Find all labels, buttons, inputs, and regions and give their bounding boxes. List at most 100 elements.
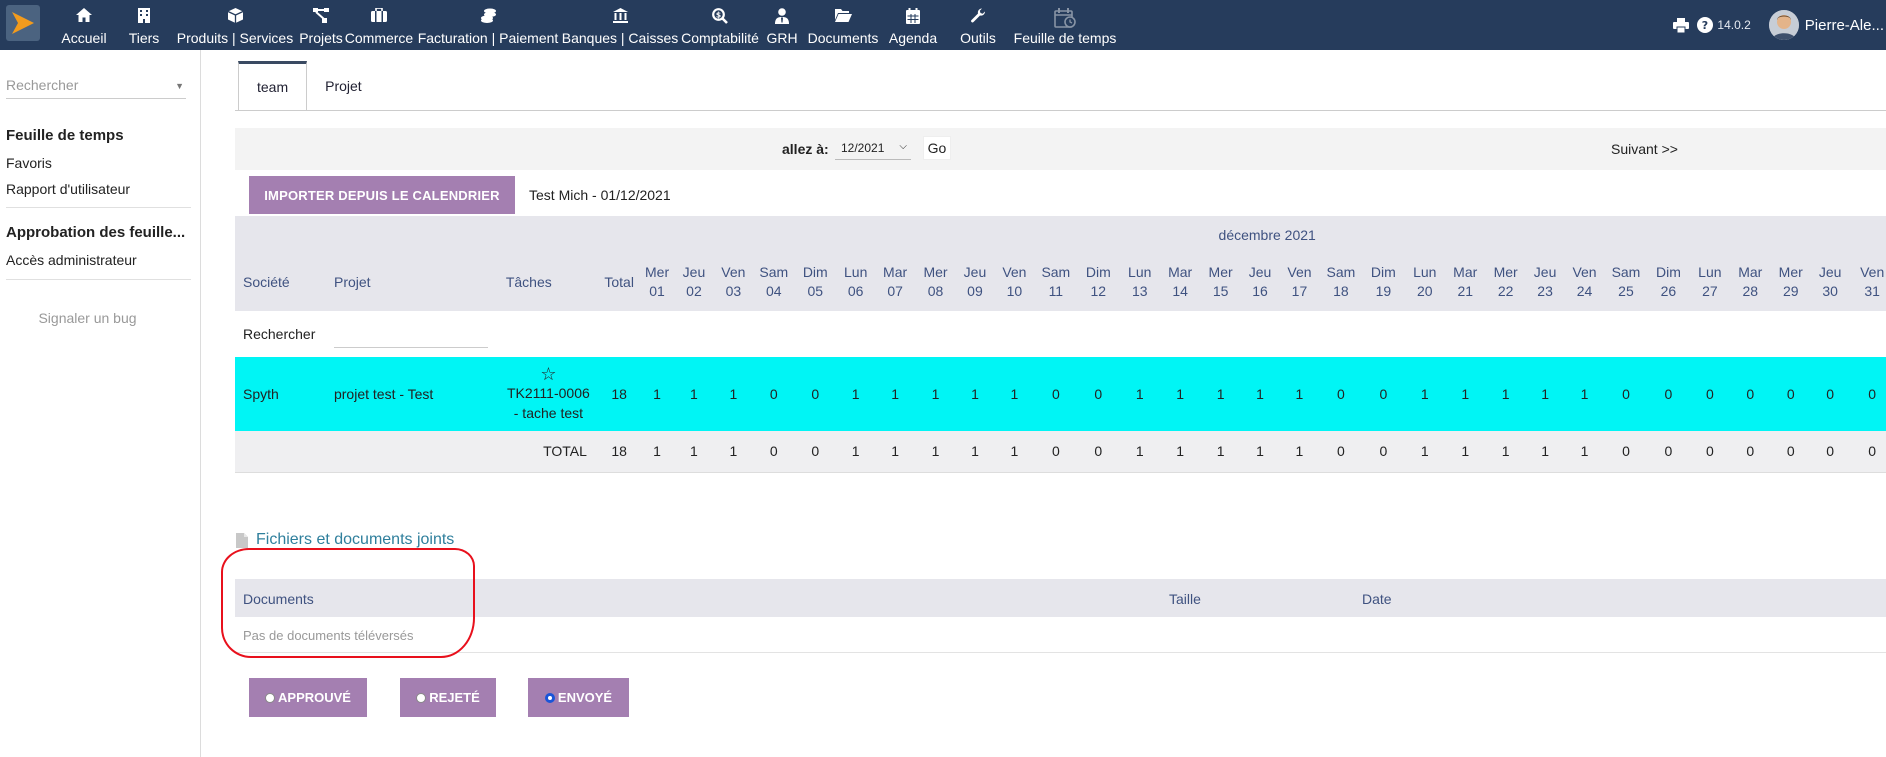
project-filter-input[interactable] bbox=[333, 320, 488, 348]
col-projet[interactable]: Projet bbox=[326, 253, 498, 311]
day-value[interactable]: 1 bbox=[713, 357, 753, 431]
day-number: 05 bbox=[807, 283, 824, 299]
tab-team[interactable]: team bbox=[238, 61, 308, 111]
menu-facturation[interactable]: Facturation | Paiement bbox=[416, 0, 560, 50]
sidebar-search-select[interactable]: Rechercher ▼ bbox=[6, 77, 186, 99]
day-value[interactable]: 0 bbox=[1035, 357, 1077, 431]
day-value[interactable]: 1 bbox=[1160, 357, 1200, 431]
day-value[interactable]: 1 bbox=[1279, 357, 1319, 431]
printer-icon[interactable] bbox=[1673, 17, 1690, 33]
menu-commerce[interactable]: Commerce bbox=[342, 0, 416, 50]
task-ref[interactable]: TK2111-0006 bbox=[498, 383, 599, 403]
sidebar-section-title[interactable]: Feuille de temps bbox=[6, 127, 124, 144]
day-value[interactable]: 1 bbox=[956, 357, 994, 431]
menu-label: Outils bbox=[960, 30, 996, 46]
app-logo[interactable] bbox=[6, 5, 40, 41]
col-total: Total bbox=[604, 273, 634, 290]
menu-outils[interactable]: Outils bbox=[944, 0, 1012, 50]
day-total: 0 bbox=[1051, 443, 1060, 460]
sidebar-item-admin[interactable]: Accès administrateur bbox=[6, 252, 137, 268]
day-total: 0 bbox=[1379, 443, 1388, 460]
day-name: Mer bbox=[1208, 264, 1233, 280]
day-value[interactable]: 1 bbox=[675, 357, 713, 431]
day-value[interactable]: 1 bbox=[994, 357, 1034, 431]
day-value[interactable]: 0 bbox=[1811, 357, 1849, 431]
documents-empty-row: Pas de documents téléversés bbox=[235, 617, 1886, 653]
menu-projets[interactable]: Projets bbox=[299, 0, 343, 50]
avatar[interactable] bbox=[1768, 10, 1799, 40]
day-value[interactable]: 1 bbox=[1120, 357, 1160, 431]
day-value[interactable]: 1 bbox=[1445, 357, 1485, 431]
approve-label: APPROUVÉ bbox=[278, 690, 351, 705]
menu-agenda[interactable]: Agenda bbox=[882, 0, 944, 50]
day-value[interactable]: 1 bbox=[639, 357, 674, 431]
day-value[interactable]: 0 bbox=[1730, 357, 1770, 431]
day-value[interactable]: 1 bbox=[836, 357, 874, 431]
col-taches[interactable]: Tâches bbox=[498, 253, 599, 311]
next-link[interactable]: Suivant >> bbox=[1611, 141, 1678, 157]
day-value[interactable]: 0 bbox=[1605, 357, 1647, 431]
day-value[interactable]: 1 bbox=[1405, 357, 1445, 431]
period-navigation: allez à: 12/2021 ⌵ Go Suivant >> bbox=[235, 128, 1886, 170]
day-value[interactable]: 1 bbox=[1241, 357, 1279, 431]
help-icon[interactable]: ? bbox=[1697, 17, 1714, 33]
day-total: 0 bbox=[1094, 443, 1103, 460]
day-value[interactable]: 1 bbox=[1485, 357, 1525, 431]
row-projet[interactable]: projet test - Test bbox=[326, 357, 498, 431]
filter-empty bbox=[956, 311, 994, 357]
day-value[interactable]: 0 bbox=[754, 357, 794, 431]
menu-banques[interactable]: Banques | Caisses bbox=[560, 0, 680, 50]
day-total: 1 bbox=[891, 443, 899, 460]
submitted-button[interactable]: ENVOYÉ bbox=[528, 678, 629, 717]
day-name: Mer bbox=[923, 264, 948, 280]
day-value[interactable]: 0 bbox=[1771, 357, 1811, 431]
menu-accueil[interactable]: Accueil bbox=[50, 0, 118, 50]
day-name: Lun bbox=[1413, 264, 1437, 280]
tab-bar: team Projet bbox=[238, 61, 380, 111]
day-value[interactable]: 1 bbox=[1200, 357, 1240, 431]
menu-grh[interactable]: GRH bbox=[760, 0, 804, 50]
menu-produits-services[interactable]: Produits | Services bbox=[170, 0, 300, 50]
sidebar-section-approbation[interactable]: Approbation des feuille... bbox=[6, 224, 185, 241]
day-value[interactable]: 0 bbox=[794, 357, 836, 431]
tab-projet[interactable]: Projet bbox=[307, 61, 380, 111]
reject-button[interactable]: REJETÉ bbox=[400, 678, 496, 717]
month-row-spacer bbox=[235, 216, 639, 253]
day-total: 1 bbox=[1010, 443, 1019, 460]
day-number: 21 bbox=[1457, 283, 1474, 299]
report-bug-link[interactable]: Signaler un bug bbox=[0, 310, 175, 326]
go-button[interactable]: Go bbox=[923, 136, 951, 160]
filter-empty bbox=[1077, 311, 1119, 357]
attached-files-title[interactable]: Fichiers et documents joints bbox=[256, 531, 454, 549]
star-icon[interactable]: ☆ bbox=[498, 365, 599, 383]
task-name[interactable]: - tache test bbox=[498, 403, 599, 423]
day-value[interactable]: 0 bbox=[1690, 357, 1730, 431]
col-date[interactable]: Date bbox=[1362, 591, 1392, 607]
day-number: 13 bbox=[1131, 283, 1148, 299]
col-taille[interactable]: Taille bbox=[1169, 591, 1201, 607]
day-value[interactable]: 0 bbox=[1077, 357, 1119, 431]
row-societe[interactable]: Spyth bbox=[235, 357, 326, 431]
day-value[interactable]: 0 bbox=[1647, 357, 1689, 431]
day-value[interactable]: 1 bbox=[1564, 357, 1604, 431]
menu-documents[interactable]: Documents bbox=[804, 0, 882, 50]
user-tie-icon bbox=[775, 8, 789, 30]
day-number: 24 bbox=[1576, 283, 1593, 299]
user-name[interactable]: Pierre-Ale... bbox=[1805, 17, 1884, 34]
import-calendar-button[interactable]: IMPORTER DEPUIS LE CALENDRIER bbox=[249, 176, 515, 214]
col-societe[interactable]: Société bbox=[235, 253, 326, 311]
day-value[interactable]: 0 bbox=[1320, 357, 1362, 431]
approve-button[interactable]: APPROUVÉ bbox=[249, 678, 367, 717]
menu-comptabilite[interactable]: $ Comptabilité bbox=[680, 0, 760, 50]
day-value[interactable]: 0 bbox=[1849, 357, 1886, 431]
menu-feuille-de-temps[interactable]: Feuille de temps bbox=[1012, 0, 1118, 50]
month-select[interactable]: 12/2021 ⌵ bbox=[835, 136, 911, 160]
day-value[interactable]: 1 bbox=[915, 357, 955, 431]
day-value[interactable]: 1 bbox=[875, 357, 915, 431]
day-value[interactable]: 0 bbox=[1362, 357, 1404, 431]
sidebar-item-rapport[interactable]: Rapport d'utilisateur bbox=[6, 181, 130, 197]
day-value[interactable]: 1 bbox=[1526, 357, 1564, 431]
day-name: Jeu bbox=[682, 264, 706, 280]
menu-tiers[interactable]: Tiers bbox=[118, 0, 170, 50]
sidebar-item-favoris[interactable]: Favoris bbox=[6, 155, 52, 171]
